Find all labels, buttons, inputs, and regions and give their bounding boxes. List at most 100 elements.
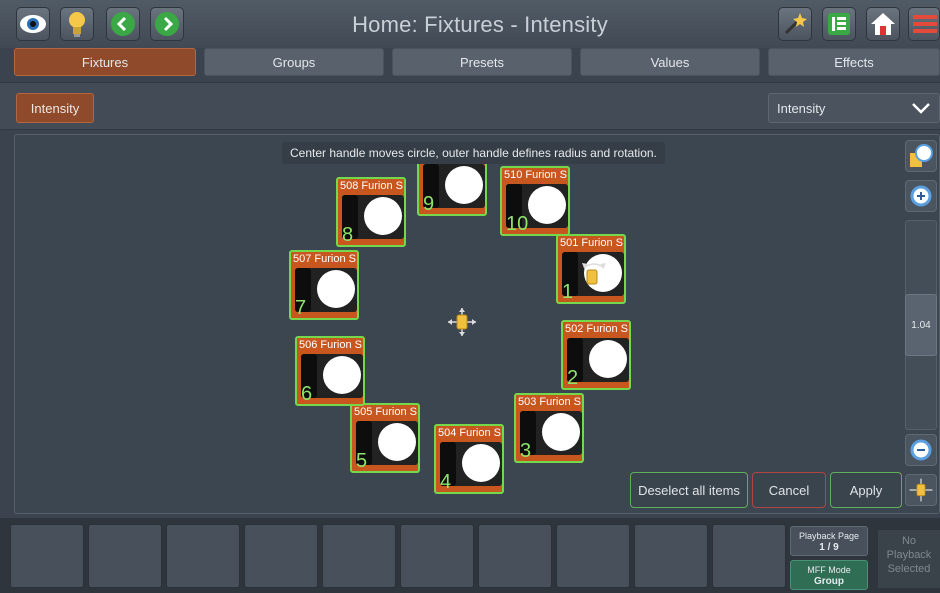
bulb-button[interactable] (60, 7, 94, 41)
zoom-slider-thumb[interactable]: 1.04 (905, 294, 937, 356)
playback-slot[interactable] (166, 524, 240, 588)
fixture-507[interactable]: 507 Furion S 7 (289, 250, 359, 320)
wand-button[interactable] (778, 7, 812, 41)
intensity-circle (589, 340, 627, 378)
playback-page-value: 1 / 9 (819, 542, 839, 553)
intensity-circle (323, 356, 361, 394)
forward-button[interactable] (150, 7, 184, 41)
fixture-504[interactable]: 504 Furion S 4 (434, 424, 504, 494)
playback-slot[interactable] (244, 524, 318, 588)
playback-page-label: Playback Page (798, 531, 860, 541)
zoom-fit-icon (910, 144, 933, 167)
tab-presets[interactable]: Presets (392, 48, 572, 76)
app-window: { "title": "Home: Fixtures - Intensity",… (0, 0, 940, 593)
playback-slot[interactable] (10, 524, 84, 588)
fixture-number: 10 (506, 213, 529, 235)
playback-slot[interactable] (478, 524, 552, 588)
fixture-label: 503 Furion S (518, 396, 581, 408)
playback-slot[interactable] (88, 524, 162, 588)
home-button[interactable] (866, 7, 900, 41)
eye-icon (20, 15, 46, 33)
home-icon (871, 13, 895, 35)
intensity-circle (364, 197, 402, 235)
bulb-icon (69, 12, 85, 37)
zoom-in-button[interactable] (905, 180, 937, 212)
fixture-508[interactable]: 508 Furion S 8 (336, 177, 406, 247)
no-playback-selected: No Playback Selected (878, 530, 940, 588)
intensity-circle (528, 186, 566, 224)
zoom-out-button[interactable] (905, 434, 937, 466)
fixture-label: 504 Furion S (438, 427, 501, 439)
no-playback-line: Playback (886, 549, 932, 561)
fixture-506[interactable]: 506 Furion S 6 (295, 336, 365, 406)
cancel-button[interactable]: Cancel (752, 472, 826, 508)
mff-mode-label: MFF Mode (807, 565, 851, 575)
fixture-number: 8 (342, 224, 354, 246)
intensity-circle (378, 423, 416, 461)
intensity-circle (542, 413, 580, 451)
deselect-all-button[interactable]: Deselect all items (630, 472, 748, 508)
chevron-down-icon (912, 103, 930, 114)
fixture-number: 2 (567, 367, 579, 389)
playback-page-button[interactable]: Playback Page 1 / 9 (790, 526, 868, 556)
fixture-503[interactable]: 503 Furion S 3 (514, 393, 584, 463)
intensity-circle (445, 166, 483, 204)
sub-toolbar: Intensity Intensity (0, 82, 940, 130)
fixture-510[interactable]: 510 Furion S 10 (500, 166, 570, 236)
playback-slot[interactable] (556, 524, 630, 588)
intensity-circle (462, 444, 500, 482)
playback-slot[interactable] (634, 524, 708, 588)
fixture-number: 9 (423, 193, 435, 215)
tab-values[interactable]: Values (580, 48, 760, 76)
main-tabs: Fixtures Groups Presets Values Effects (0, 48, 940, 78)
fixture-number: 5 (356, 450, 368, 472)
intensity-button[interactable]: Intensity (16, 93, 94, 123)
tab-effects[interactable]: Effects (768, 48, 940, 76)
hint-tooltip-overlay: Center handle moves circle, outer handle… (282, 142, 665, 164)
mff-mode-value: Group (814, 576, 844, 587)
playback-slot[interactable] (322, 524, 396, 588)
fixture-label: 507 Furion S (293, 253, 356, 265)
fixture-502[interactable]: 502 Furion S 2 (561, 320, 631, 390)
eye-button[interactable] (16, 7, 50, 41)
panel-button[interactable] (822, 7, 856, 41)
rotate-radius-handle-icon[interactable] (578, 258, 610, 290)
forward-icon (155, 12, 179, 36)
fixture-505[interactable]: 505 Furion S 5 (350, 403, 420, 473)
menu-button[interactable] (908, 7, 940, 41)
move-mode-button[interactable] (905, 474, 937, 506)
fixture-label: 510 Furion S (504, 169, 567, 181)
page-title: Home: Fixtures - Intensity (352, 12, 608, 37)
tab-fixtures[interactable]: Fixtures (14, 48, 196, 76)
zoom-in-icon (910, 185, 932, 207)
fixture-label: 502 Furion S (565, 323, 628, 335)
playback-slot[interactable] (400, 524, 474, 588)
center-move-handle-icon[interactable] (446, 306, 478, 338)
panel-icon (828, 13, 850, 35)
zoom-fit-button[interactable] (905, 140, 937, 172)
fixture-label: 508 Furion S (340, 180, 403, 192)
mff-mode-button[interactable]: MFF Mode Group (790, 560, 868, 590)
menu-icon (913, 15, 937, 33)
intensity-circle (317, 270, 355, 308)
top-bar: Home: Fixtures - Intensity (0, 0, 940, 48)
zoom-out-icon (910, 439, 932, 461)
fixture-label: 501 Furion S (560, 237, 623, 249)
attribute-select[interactable]: Intensity (768, 93, 940, 123)
fixture-number: 7 (295, 297, 307, 319)
fixture-number: 6 (301, 383, 313, 405)
wand-icon (784, 13, 807, 35)
fixture-label: 506 Furion S (299, 339, 362, 351)
playback-slot[interactable] (712, 524, 786, 588)
apply-button[interactable]: Apply (830, 472, 902, 508)
no-playback-line: Selected (887, 563, 931, 575)
move-icon (909, 478, 933, 502)
fixture-number: 1 (562, 281, 574, 303)
tab-groups[interactable]: Groups (204, 48, 384, 76)
back-icon (111, 12, 135, 36)
no-playback-line: No (901, 535, 917, 547)
fixture-number: 3 (520, 440, 532, 462)
fixture-number: 4 (440, 471, 452, 493)
select-value: Intensity (777, 100, 826, 116)
back-button[interactable] (106, 7, 140, 41)
